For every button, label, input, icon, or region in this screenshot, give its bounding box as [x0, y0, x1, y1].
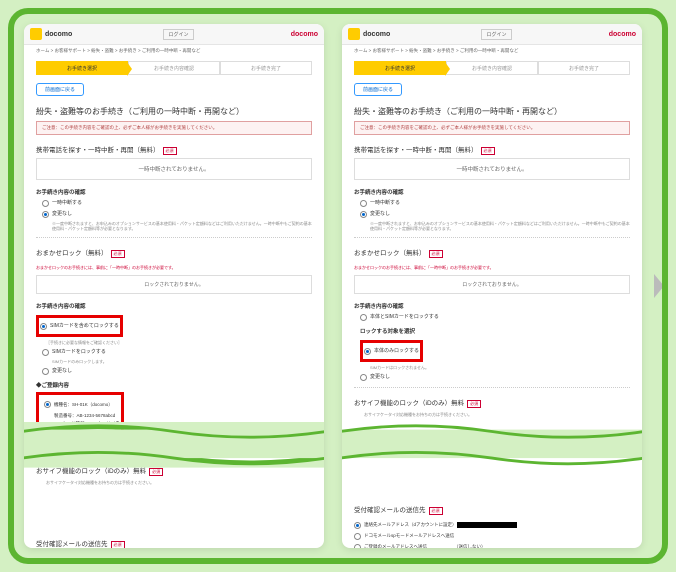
radio-sim-lock[interactable]: SIMカードを含めてロックする [40, 322, 119, 330]
omakase-title: おまかせロック（無料）必須 [354, 244, 630, 261]
breadcrumb: ホーム > お客様サポート > 紛失・盗難 > お手続き > ご利用の一時中断・… [342, 45, 642, 57]
back-button-top[interactable]: 前画面に戻る [354, 83, 402, 96]
phone-section-title: 携帯電話を探す・一時中断・再開（無料）必須 [36, 141, 312, 158]
highlight-web-radio: 本体のみロックする [360, 340, 423, 362]
logo-icon [348, 28, 360, 40]
reapply-label: お手続き内容の確認 [36, 188, 312, 196]
radio-nochange-2[interactable]: 変更なし [42, 367, 312, 375]
radio-web-body-only[interactable]: 本体のみロックする [364, 347, 419, 355]
omakase-status-box: ロックされておりません。 [354, 275, 630, 294]
confirm2-label: お手続き内容の確認 [36, 302, 312, 310]
step-1: お手続き選択 [36, 61, 128, 75]
page-title: 紛失・盗難等のお手続き（ご利用の一時中断・再開など） [354, 106, 630, 117]
phone-status-box: 一時中断されておりません。 [354, 158, 630, 180]
next-arrow-icon [654, 274, 664, 298]
radio-sim-only[interactable]: SIMカードをロックする [42, 348, 312, 356]
warning-banner: ご注意：この手続き内容をご確認の上、必ずご本人様がお手続きを実施してください。 [36, 121, 312, 135]
mail-row-2[interactable]: ドコモメールspモードメールアドレスへ送信 [354, 532, 630, 540]
brand-right-logo: docomo [291, 31, 318, 38]
radio-nochange-1[interactable]: 変更なし [360, 210, 630, 218]
step-2: お手続き内容確認 [446, 61, 538, 75]
radio-nochange-1[interactable]: 変更なし [42, 210, 312, 218]
screenshot-left: docomo ログイン docomo ホーム > お客様サポート > 紛失・盗難… [24, 24, 324, 548]
mail-row-3[interactable]: ご登録のメールアドレスへ送信 （送信しない） [354, 543, 630, 548]
omakase-status-box: ロックされておりません。 [36, 275, 312, 294]
step-3: お手続き完了 [538, 61, 630, 75]
step-2: お手続き内容確認 [128, 61, 220, 75]
omakase-note: おまかせロックのお手続きには、事前に「一時中断」のお手続きが必要です。 [36, 265, 312, 270]
omakase-title: おまかせロック（無料）必須 [36, 244, 312, 261]
radio-device-1[interactable] [44, 401, 51, 408]
confirm2-label: お手続き内容の確認 [354, 302, 630, 310]
radio-suspend[interactable]: 一時中断する [42, 199, 312, 207]
breadcrumb: ホーム > お客様サポート > 紛失・盗難 > お手続き > ご利用の一時中断・… [24, 45, 324, 57]
lock-target-label: ロックする対象を選択 [360, 327, 630, 335]
radio-web-nochange[interactable]: 変更なし [360, 373, 630, 381]
brand-name: docomo [363, 31, 390, 38]
mail-title: 受付確認メールの送信先必須 [36, 535, 312, 548]
step-3: お手続き完了 [220, 61, 312, 75]
progress-steps: お手続き選択 お手続き内容確認 お手続き完了 [342, 57, 642, 79]
logo-icon [30, 28, 42, 40]
progress-steps: お手続き選択 お手続き内容確認 お手続き完了 [24, 57, 324, 79]
radio-web-lock-both[interactable]: 本体とSIMカードをロックする [360, 313, 630, 321]
phone-status-box: 一時中断されておりません。 [36, 158, 312, 180]
screenshot-right: docomo ログイン docomo ホーム > お客様サポート > 紛失・盗難… [342, 24, 642, 548]
mail-title: 受付確認メールの送信先必須 [354, 501, 630, 518]
step-1: お手続き選択 [354, 61, 446, 75]
warning-banner: ご注意：この手続き内容をご確認の上、必ずご本人様がお手続きを実施してください。 [354, 121, 630, 135]
page-title: 紛失・盗難等のお手続き（ご利用の一時中断・再開など） [36, 106, 312, 117]
osaifu-title: おサイフ機能のロック（iDのみ）無料必須 [354, 394, 630, 411]
back-button-top[interactable]: 前画面に戻る [36, 83, 84, 96]
login-button[interactable]: ログイン [163, 29, 193, 40]
phone-section-title: 携帯電話を探す・一時中断・再開（無料）必須 [354, 141, 630, 158]
radio-suspend[interactable]: 一時中断する [360, 199, 630, 207]
brand-right-logo: docomo [609, 31, 636, 38]
brand-name: docomo [45, 31, 72, 38]
reapply-label: お手続き内容の確認 [354, 188, 630, 196]
omakase-note: おまかせロックのお手続きには、事前に「一時中断」のお手続きが必要です。 [354, 265, 630, 270]
highlight-sim-radio: SIMカードを含めてロックする [36, 315, 123, 337]
registered-info-title: ◆ご登録内容 [36, 381, 312, 389]
mail-row-1[interactable]: 連絡先メールアドレス（dアカウントに設定） [354, 521, 630, 529]
login-button[interactable]: ログイン [481, 29, 511, 40]
